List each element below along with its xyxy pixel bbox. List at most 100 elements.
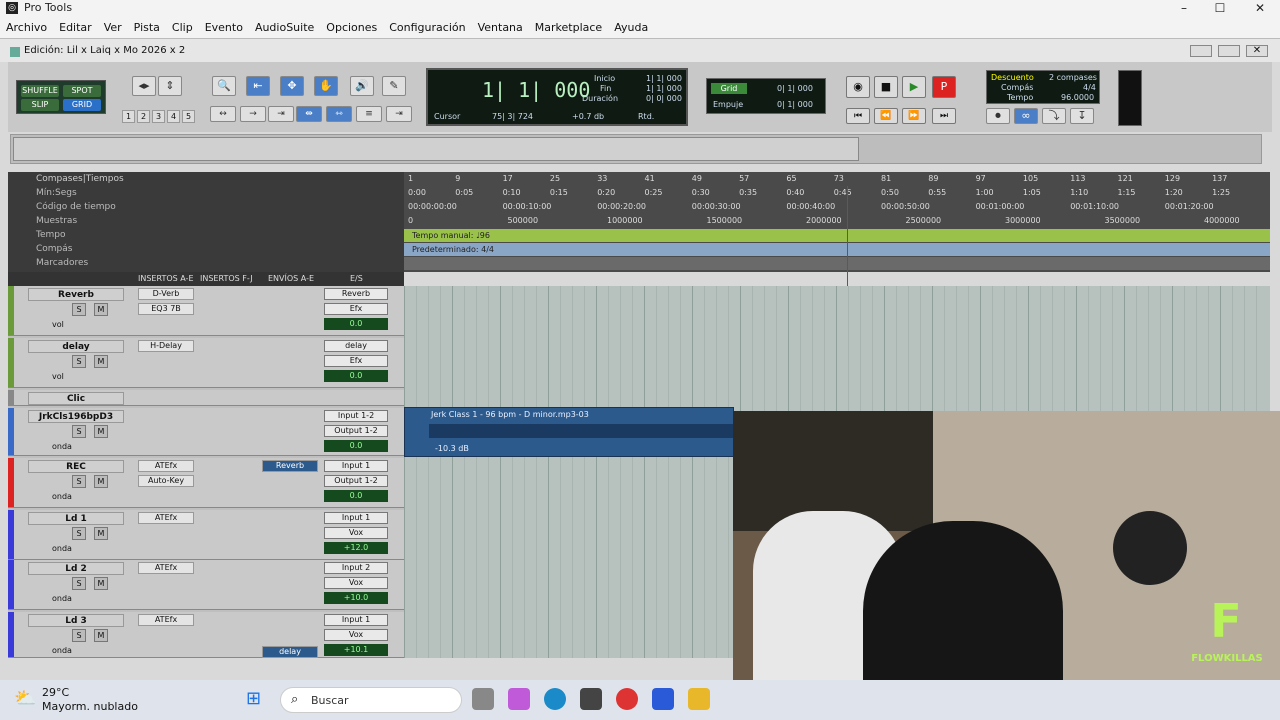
solo-button[interactable]: S — [72, 425, 86, 438]
weather-icon[interactable]: ⛅ — [14, 688, 36, 709]
mute-button[interactable]: M — [94, 303, 108, 316]
solo-button[interactable]: S — [72, 629, 86, 642]
protools-taskbar-icon[interactable] — [652, 688, 674, 710]
audio-clip[interactable]: Jerk Class 1 - 96 bpm - D minor.mp3-03 -… — [404, 407, 734, 457]
mute-button[interactable]: M — [94, 527, 108, 540]
track-name[interactable]: JrkCls196bpD3 — [28, 410, 124, 423]
insert-slot[interactable]: EQ3 7B — [138, 303, 194, 315]
solo-button[interactable]: S — [72, 527, 86, 540]
overview-visible-region[interactable] — [13, 137, 859, 161]
mirror-midi-icon[interactable]: ⇿ — [326, 106, 352, 122]
output-selector[interactable]: Output 1-2 — [324, 475, 388, 487]
shuffle-mode-button[interactable]: SHUFFLE — [21, 85, 59, 97]
track-name[interactable]: delay — [28, 340, 124, 353]
insertion-follows-icon[interactable]: ⇹ — [296, 106, 322, 122]
rewind-icon[interactable]: ⏪ — [874, 108, 898, 124]
send-slot[interactable]: Reverb — [262, 460, 318, 472]
tab-to-transient-icon[interactable]: ↔ — [210, 106, 236, 122]
menu-evento[interactable]: Evento — [205, 18, 243, 38]
weather-temp[interactable]: 29°C — [42, 686, 69, 699]
volume-display[interactable]: 0.0 — [324, 440, 388, 452]
maximize-icon[interactable]: ☐ — [1202, 0, 1238, 16]
return-to-zero-icon[interactable]: ⏮ — [846, 108, 870, 124]
volume-display[interactable]: 0.0 — [324, 370, 388, 382]
edit-restore-button[interactable] — [1218, 45, 1240, 57]
track-name[interactable]: Ld 1 — [28, 512, 124, 525]
trimmer-tool-icon[interactable]: ⇤ — [246, 76, 270, 96]
go-to-end-icon[interactable]: ⏭ — [932, 108, 956, 124]
scrubber-tool-icon[interactable]: 🔊 — [350, 76, 374, 96]
input-selector[interactable]: Reverb — [324, 288, 388, 300]
descuento-label[interactable]: Descuento — [991, 73, 1034, 82]
zoom-out-icon[interactable]: ◂▸ — [132, 76, 156, 96]
menu-marketplace[interactable]: Marketplace — [535, 18, 602, 38]
keyboard-focus-icon[interactable]: ≡ — [356, 106, 382, 122]
conductor-icon[interactable]: ⤵ — [1042, 108, 1066, 124]
grabber-tool-icon[interactable]: ✋ — [314, 76, 338, 96]
loop-icon[interactable]: ∞ — [1014, 108, 1038, 124]
track-view-mode[interactable]: vol — [52, 372, 64, 381]
output-selector[interactable]: Efx — [324, 303, 388, 315]
menu-ventana[interactable]: Ventana — [478, 18, 523, 38]
edit-minimize-button[interactable] — [1190, 45, 1212, 57]
taskbar-search[interactable]: ⌕ Buscar — [280, 687, 462, 713]
selector-tool-icon[interactable]: ✥ — [280, 76, 304, 96]
universe-overview[interactable] — [10, 134, 1262, 164]
continuous-scroll-icon[interactable]: ⇥ — [386, 106, 412, 122]
slip-mode-button[interactable]: SLIP — [21, 99, 59, 111]
midi-merge-icon[interactable]: ↧ — [1070, 108, 1094, 124]
minimize-icon[interactable]: – — [1166, 0, 1202, 16]
output-selector[interactable]: Vox — [324, 629, 388, 641]
track-clic[interactable]: Clic — [8, 390, 404, 406]
empuje-value[interactable]: 0| 1| 000 — [777, 100, 813, 109]
fast-forward-icon[interactable]: ⏩ — [902, 108, 926, 124]
grid-value[interactable]: 0| 1| 000 — [777, 84, 813, 93]
track-ld-3[interactable]: Ld 3 S Monda ATEfx delay Input 1 Vox +10.1 — [8, 612, 404, 658]
input-selector[interactable]: Input 1 — [324, 512, 388, 524]
opera-icon[interactable] — [616, 688, 638, 710]
track-ld-1[interactable]: Ld 1 S Monda ATEfx Input 1 Vox +12.0 — [8, 510, 404, 560]
zoom-preset-1[interactable]: 1 — [122, 110, 135, 123]
track-name[interactable]: Ld 3 — [28, 614, 124, 627]
send-slot[interactable]: delay — [262, 646, 318, 658]
input-selector[interactable]: Input 1 — [324, 460, 388, 472]
insert-slot[interactable]: H-Delay — [138, 340, 194, 352]
input-selector[interactable]: delay — [324, 340, 388, 352]
volume-display[interactable]: +10.1 — [324, 644, 388, 656]
record-icon[interactable]: P — [932, 76, 956, 98]
track-reverb[interactable]: Reverb S Mvol D-Verb EQ3 7B Reverb Efx 0.0 — [8, 286, 404, 336]
track-jrkcls196bpd3[interactable]: JrkCls196bpD3 S Monda Input 1-2 Output 1-2 0.… — [8, 408, 404, 456]
close-icon[interactable]: ✕ — [1242, 0, 1278, 16]
zoom-vertical-icon[interactable]: ⇕ — [158, 76, 182, 96]
track-view-mode[interactable]: onda — [52, 544, 72, 553]
volume-display[interactable]: 0.0 — [324, 318, 388, 330]
edit-close-button[interactable]: ✕ — [1246, 45, 1268, 57]
menu-ayuda[interactable]: Ayuda — [614, 18, 648, 38]
mute-button[interactable]: M — [94, 577, 108, 590]
online-icon[interactable]: ◉ — [846, 76, 870, 98]
edge-icon[interactable] — [544, 688, 566, 710]
track-view-mode[interactable]: onda — [52, 646, 72, 655]
zoom-preset-4[interactable]: 4 — [167, 110, 180, 123]
track-name[interactable]: Reverb — [28, 288, 124, 301]
zoomer-tool-icon[interactable]: 🔍 — [212, 76, 236, 96]
menu-clip[interactable]: Clip — [172, 18, 193, 38]
insert-slot[interactable]: ATEfx — [138, 512, 194, 524]
track-ld-2[interactable]: Ld 2 S Monda ATEfx Input 2 Vox +10.0 — [8, 560, 404, 610]
link-timeline-icon[interactable]: → — [240, 106, 266, 122]
main-counter-display[interactable]: 1| 1| 000 Inicio Fin Duración 1| 1| 000 … — [426, 68, 688, 126]
menu-archivo[interactable]: Archivo — [6, 18, 47, 38]
mute-button[interactable]: M — [94, 425, 108, 438]
copilot-icon[interactable] — [508, 688, 530, 710]
markers-ruler[interactable] — [404, 257, 1270, 270]
output-selector[interactable]: Vox — [324, 577, 388, 589]
output-selector[interactable]: Vox — [324, 527, 388, 539]
input-selector[interactable]: Input 1 — [324, 614, 388, 626]
solo-button[interactable]: S — [72, 303, 86, 316]
menu-configuracion[interactable]: Configuración — [389, 18, 465, 38]
insert-slot[interactable]: ATEfx — [138, 614, 194, 626]
stop-icon[interactable]: ■ — [874, 76, 898, 98]
zoom-preset-5[interactable]: 5 — [182, 110, 195, 123]
metronome-icon[interactable]: ⏺ — [986, 108, 1010, 124]
track-name[interactable]: REC — [28, 460, 124, 473]
